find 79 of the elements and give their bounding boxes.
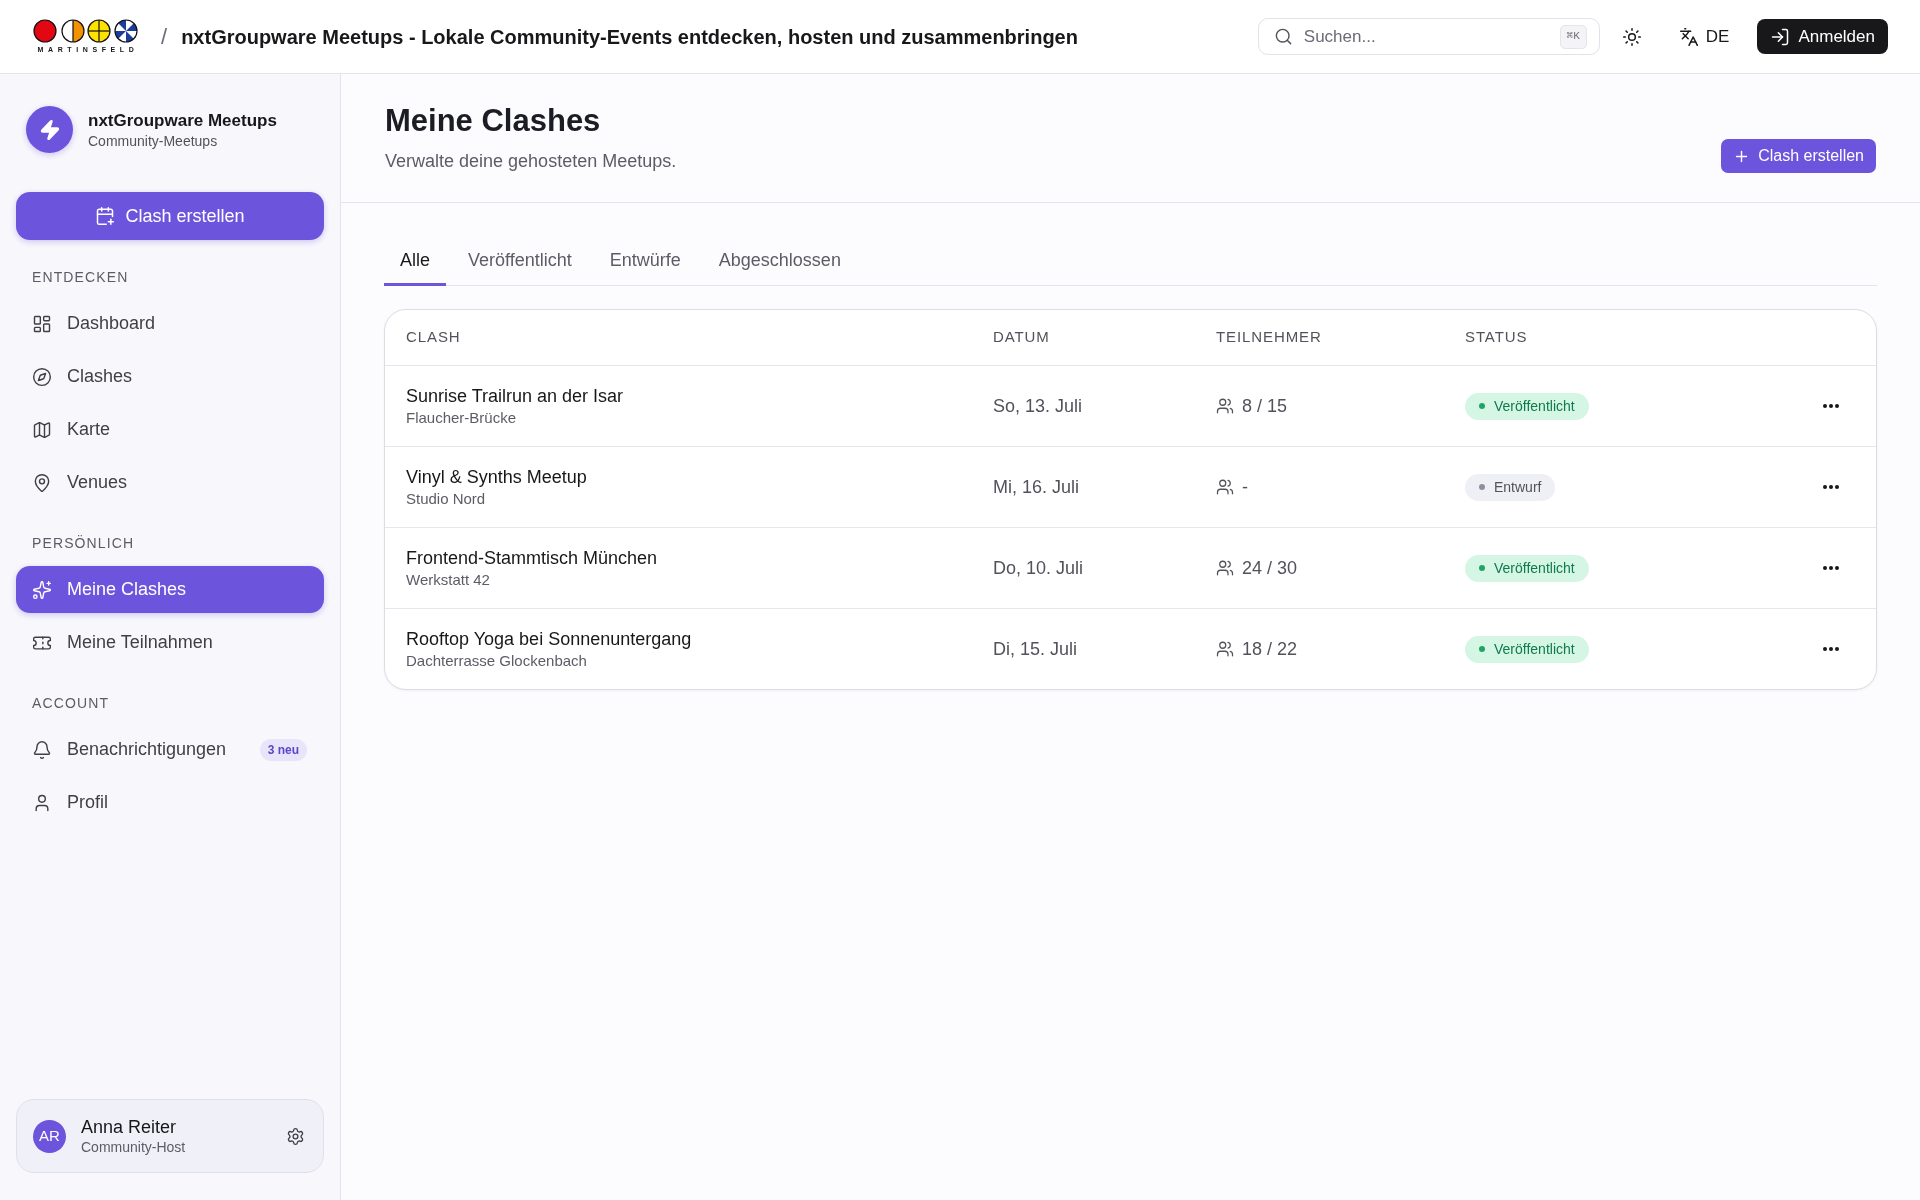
shortcut-key: ⌘K (1559, 24, 1587, 49)
logo-icon (33, 19, 139, 43)
page-heading: nxtGroupware Meetups - Lokale Community-Events entdecken, hosten und zusammenbringen (181, 24, 1078, 50)
participant-count: 24 / 30 (1242, 556, 1298, 580)
search-field[interactable]: Suchen... ⌘K (1257, 18, 1600, 55)
ellipsis-icon (1823, 485, 1839, 489)
clash-date: So, 13. Juli (993, 395, 1083, 416)
translate-icon (1678, 26, 1699, 47)
tab[interactable]: Entwürfe (593, 238, 697, 286)
create-clash-button[interactable]: Clash erstellen (16, 192, 324, 240)
clash-date: Do, 10. Juli (993, 557, 1084, 578)
status-badge: Veröffentlicht (1465, 554, 1589, 582)
people-icon (1216, 478, 1234, 496)
tab[interactable]: Alle (384, 238, 446, 286)
clash-title: Frontend-Stammtisch München (406, 547, 658, 570)
column-header: DATUM (993, 327, 1050, 348)
avatar: AR (33, 1119, 66, 1153)
nav-item[interactable]: Meine Teilnahmen (16, 619, 324, 666)
search-icon (1273, 27, 1293, 46)
clash-date: Mi, 16. Juli (993, 476, 1080, 497)
section-label: ACCOUNT (31, 695, 111, 711)
clash-title: Rooftop Yoga bei Sonnenuntergang (406, 628, 692, 651)
clash-title: Vinyl & Synths Meetup (406, 466, 587, 489)
participant-count: 8 / 15 (1242, 394, 1288, 418)
compass-icon (32, 366, 52, 387)
clash-title: Sunrise Trailrun an der Isar (406, 385, 624, 408)
ellipsis-icon (1823, 566, 1839, 570)
nav-item[interactable]: Karte (16, 406, 324, 453)
status-badge: Veröffentlicht (1465, 392, 1589, 420)
user-role: Community-Host (81, 1138, 186, 1156)
clash-venue: Studio Nord (406, 489, 486, 509)
ellipsis-icon (1823, 647, 1839, 651)
clash-venue: Dachterrasse Glockenbach (406, 651, 587, 671)
nav-item[interactable]: Profil (16, 779, 324, 826)
brand-subtitle: Community-Meetups (88, 131, 219, 150)
section-label: ENTDECKEN (31, 269, 130, 285)
people-icon (1216, 559, 1234, 577)
settings-icon[interactable] (286, 1126, 305, 1146)
dashboard-icon (32, 313, 52, 334)
breadcrumb-separator: / (161, 23, 168, 51)
tab[interactable]: Abgeschlossen (702, 238, 857, 286)
ellipsis-icon (1823, 404, 1839, 408)
map-icon (32, 419, 52, 440)
column-header: TEILNEHMER (1216, 327, 1322, 348)
language-button[interactable]: DE (1674, 19, 1734, 54)
map-pin-icon (32, 472, 52, 493)
brand-name: nxtGroupware Meetups (88, 109, 277, 132)
nav-item[interactable]: Dashboard (16, 300, 324, 347)
clash-venue: Flaucher-Brücke (406, 408, 517, 428)
lightning-icon (26, 106, 73, 153)
calendar-plus-icon (95, 206, 116, 226)
sun-icon (1621, 26, 1642, 47)
nav-item[interactable]: Clashes (16, 353, 324, 400)
page-title: Meine Clashes (385, 102, 602, 140)
search-input[interactable]: Suchen... (1303, 23, 1560, 50)
participant-count: - (1242, 475, 1248, 499)
column-header: STATUS (1465, 327, 1528, 348)
nav-item[interactable]: Venues (16, 459, 324, 506)
nav-item[interactable]: Meine Clashes (16, 566, 324, 613)
nav-item[interactable]: Benachrichtigungen 3 neu (16, 726, 324, 773)
login-icon (1770, 26, 1791, 47)
column-header: CLASH (406, 327, 461, 348)
status-badge: Veröffentlicht (1465, 635, 1589, 663)
user-name: Anna Reiter (81, 1116, 178, 1138)
clash-venue: Werkstatt 42 (406, 570, 490, 590)
tab[interactable]: Veröffentlicht (452, 238, 588, 286)
login-button[interactable]: Anmelden (1757, 19, 1888, 54)
status-badge: Entwurf (1465, 473, 1556, 501)
page-subtitle: Verwalte deine gehosteten Meetups. (385, 150, 677, 173)
user-icon (32, 792, 52, 813)
notification-count: 3 neu (259, 738, 307, 761)
sparkles-icon (32, 579, 52, 600)
bell-icon (32, 739, 52, 760)
participant-count: 18 / 22 (1242, 637, 1298, 661)
clash-date: Di, 15. Juli (993, 638, 1078, 659)
people-icon (1216, 397, 1234, 415)
section-label: PERSÖNLICH (31, 535, 136, 551)
create-clash-button[interactable]: Clash erstellen (1721, 139, 1876, 173)
people-icon (1216, 640, 1234, 658)
